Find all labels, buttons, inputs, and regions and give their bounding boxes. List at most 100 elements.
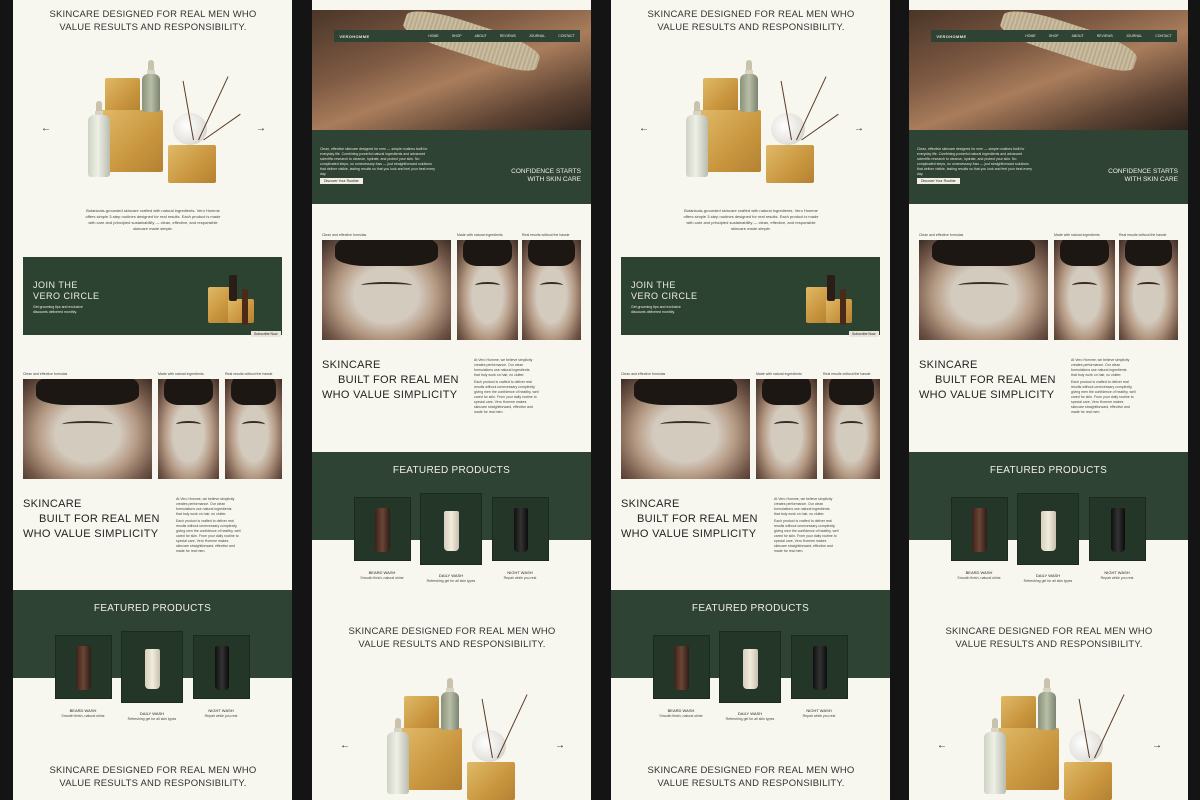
product-desc: Repair while you rest xyxy=(802,714,836,718)
wood-block xyxy=(467,762,515,800)
amber-bottle xyxy=(242,289,248,325)
nav-journal[interactable]: JOURNAL xyxy=(1126,34,1142,38)
simplicity-para-1: At Vero Homme, we believe simplicity cre… xyxy=(774,497,833,516)
slider-prev-button[interactable]: ← xyxy=(340,740,350,751)
product-slider: ← → xyxy=(13,40,292,210)
layout-preview-4: VEROHOMME HOME SHOP ABOUT REVIEWS JOURNA… xyxy=(909,0,1188,800)
simplicity-title-3: WHO VALUE SIMPLICITY xyxy=(621,528,757,540)
slider-caption: Botanicals-grounded skincare crafted wit… xyxy=(85,208,221,231)
hero-image: VEROHOMME HOME SHOP ABOUT REVIEWS JOURNA… xyxy=(909,10,1188,130)
product-card-daily-wash[interactable] xyxy=(121,631,183,703)
product-card-daily-wash[interactable] xyxy=(719,631,781,703)
photo-caption: Clean and effective formulas xyxy=(322,233,367,237)
slider-next-button[interactable]: → xyxy=(854,123,864,134)
slider-prev-button[interactable]: ← xyxy=(937,740,947,751)
photo-caption: Made with natural ingredients xyxy=(457,233,503,237)
serum-bottle xyxy=(1038,692,1056,730)
layout-preview-2: VEROHOMME HOME SHOP ABOUT REVIEWS JOURNA… xyxy=(312,0,591,800)
slider-prev-button[interactable]: ← xyxy=(639,123,649,134)
nav-reviews[interactable]: REVIEWS xyxy=(1097,34,1113,38)
banner-text: Get grooming tips and exclusive discount… xyxy=(33,305,83,314)
product-card-night-wash[interactable] xyxy=(791,635,848,699)
face-mask-photo xyxy=(225,379,282,479)
dried-flower xyxy=(198,76,229,141)
logo[interactable]: VEROHOMME xyxy=(936,34,966,39)
face-mask-photo xyxy=(522,240,581,340)
simplicity-title-3: WHO VALUE SIMPLICITY xyxy=(322,389,458,401)
dropper-cap xyxy=(693,101,701,115)
slider-next-button[interactable]: → xyxy=(1152,740,1162,751)
subscribe-button[interactable]: Subscribe Now xyxy=(251,331,281,337)
nav-contact[interactable]: CONTACT xyxy=(558,34,575,38)
intro-text: Clean, effective skincare designed for m… xyxy=(320,147,435,176)
dropper-cap xyxy=(394,718,402,732)
simplicity-title-1: SKINCARE xyxy=(322,359,381,371)
face-mask-photo xyxy=(457,240,518,340)
product-desc: Smooth finish, natural shine xyxy=(360,576,404,580)
headline: SKINCARE DESIGNED FOR REAL MEN WHO VALUE… xyxy=(647,9,855,33)
featured-title: FEATURED PRODUCTS xyxy=(989,465,1108,476)
product-name: DAILY WASH xyxy=(438,573,464,578)
banner-title-2: VERO CIRCLE xyxy=(631,291,698,301)
product-name: NIGHT WASH xyxy=(507,570,533,575)
product-name: NIGHT WASH xyxy=(208,708,234,713)
nav-home[interactable]: HOME xyxy=(1025,34,1036,38)
product-slider: ← → xyxy=(312,660,591,800)
amber-bottle xyxy=(827,275,835,301)
product-desc: Repair while you rest xyxy=(204,714,238,718)
wood-block xyxy=(766,145,814,183)
logo[interactable]: VEROHOMME xyxy=(339,34,369,39)
product-name: BEARD WASH xyxy=(368,570,396,575)
product-card-night-wash[interactable] xyxy=(193,635,250,699)
wood-block xyxy=(400,728,462,790)
wood-block xyxy=(997,728,1059,790)
dropper-cap xyxy=(446,678,454,692)
nav-reviews[interactable]: REVIEWS xyxy=(500,34,516,38)
nav-about[interactable]: ABOUT xyxy=(475,34,487,38)
product-card-beard-wash[interactable] xyxy=(55,635,112,699)
product-card-night-wash[interactable] xyxy=(492,497,549,561)
simplicity-para-1: At Vero Homme, we believe simplicity cre… xyxy=(176,497,235,516)
layout-preview-1: SKINCARE DESIGNED FOR REAL MEN WHO VALUE… xyxy=(13,0,292,800)
slider-next-button[interactable]: → xyxy=(555,740,565,751)
nav-about[interactable]: ABOUT xyxy=(1072,34,1084,38)
simplicity-para-2: Each product is crafted to deliver real … xyxy=(1071,380,1136,414)
wood-block xyxy=(168,145,216,183)
dried-flower xyxy=(1094,694,1125,759)
discover-routine-button[interactable]: Discover Your Routine xyxy=(320,178,363,184)
face-mask-photo xyxy=(919,240,1048,340)
discover-routine-button[interactable]: Discover Your Routine xyxy=(917,178,960,184)
nav-home[interactable]: HOME xyxy=(428,34,439,38)
slider-next-button[interactable]: → xyxy=(256,123,266,134)
product-card-night-wash[interactable] xyxy=(1089,497,1146,561)
serum-bottle xyxy=(88,115,110,177)
nav-shop[interactable]: SHOP xyxy=(1049,34,1059,38)
dried-flower xyxy=(796,76,827,141)
towel xyxy=(400,10,544,77)
face-mask-photo xyxy=(322,240,451,340)
nav-contact[interactable]: CONTACT xyxy=(1155,34,1172,38)
face-mask-photo xyxy=(823,379,880,479)
nav-shop[interactable]: SHOP xyxy=(452,34,462,38)
headline: SKINCARE DESIGNED FOR REAL MEN WHO VALUE… xyxy=(49,765,257,789)
photo-caption: Real results without the hassle xyxy=(1119,233,1167,237)
face-mask-photo xyxy=(621,379,750,479)
towel xyxy=(997,10,1141,77)
product-card-beard-wash[interactable] xyxy=(951,497,1008,561)
slider-prev-button[interactable]: ← xyxy=(41,123,51,134)
product-desc: Refreshing gel for all skin types xyxy=(127,717,177,721)
product-card-beard-wash[interactable] xyxy=(354,497,411,561)
product-card-daily-wash[interactable] xyxy=(420,493,482,565)
photo-caption: Clean and effective formulas xyxy=(621,372,666,376)
product-slider: ← → xyxy=(611,40,890,210)
serum-bottle xyxy=(441,692,459,730)
headline: SKINCARE DESIGNED FOR REAL MEN WHO VALUE… xyxy=(647,765,855,789)
product-desc: Refreshing gel for all skin types xyxy=(1023,579,1073,583)
product-card-beard-wash[interactable] xyxy=(653,635,710,699)
product-card-daily-wash[interactable] xyxy=(1017,493,1079,565)
headline: SKINCARE DESIGNED FOR REAL MEN WHO VALUE… xyxy=(49,9,257,33)
serum-bottle xyxy=(387,732,409,794)
nav-journal[interactable]: JOURNAL xyxy=(529,34,545,38)
simplicity-title-3: WHO VALUE SIMPLICITY xyxy=(23,528,159,540)
subscribe-button[interactable]: Subscribe Now xyxy=(849,331,879,337)
